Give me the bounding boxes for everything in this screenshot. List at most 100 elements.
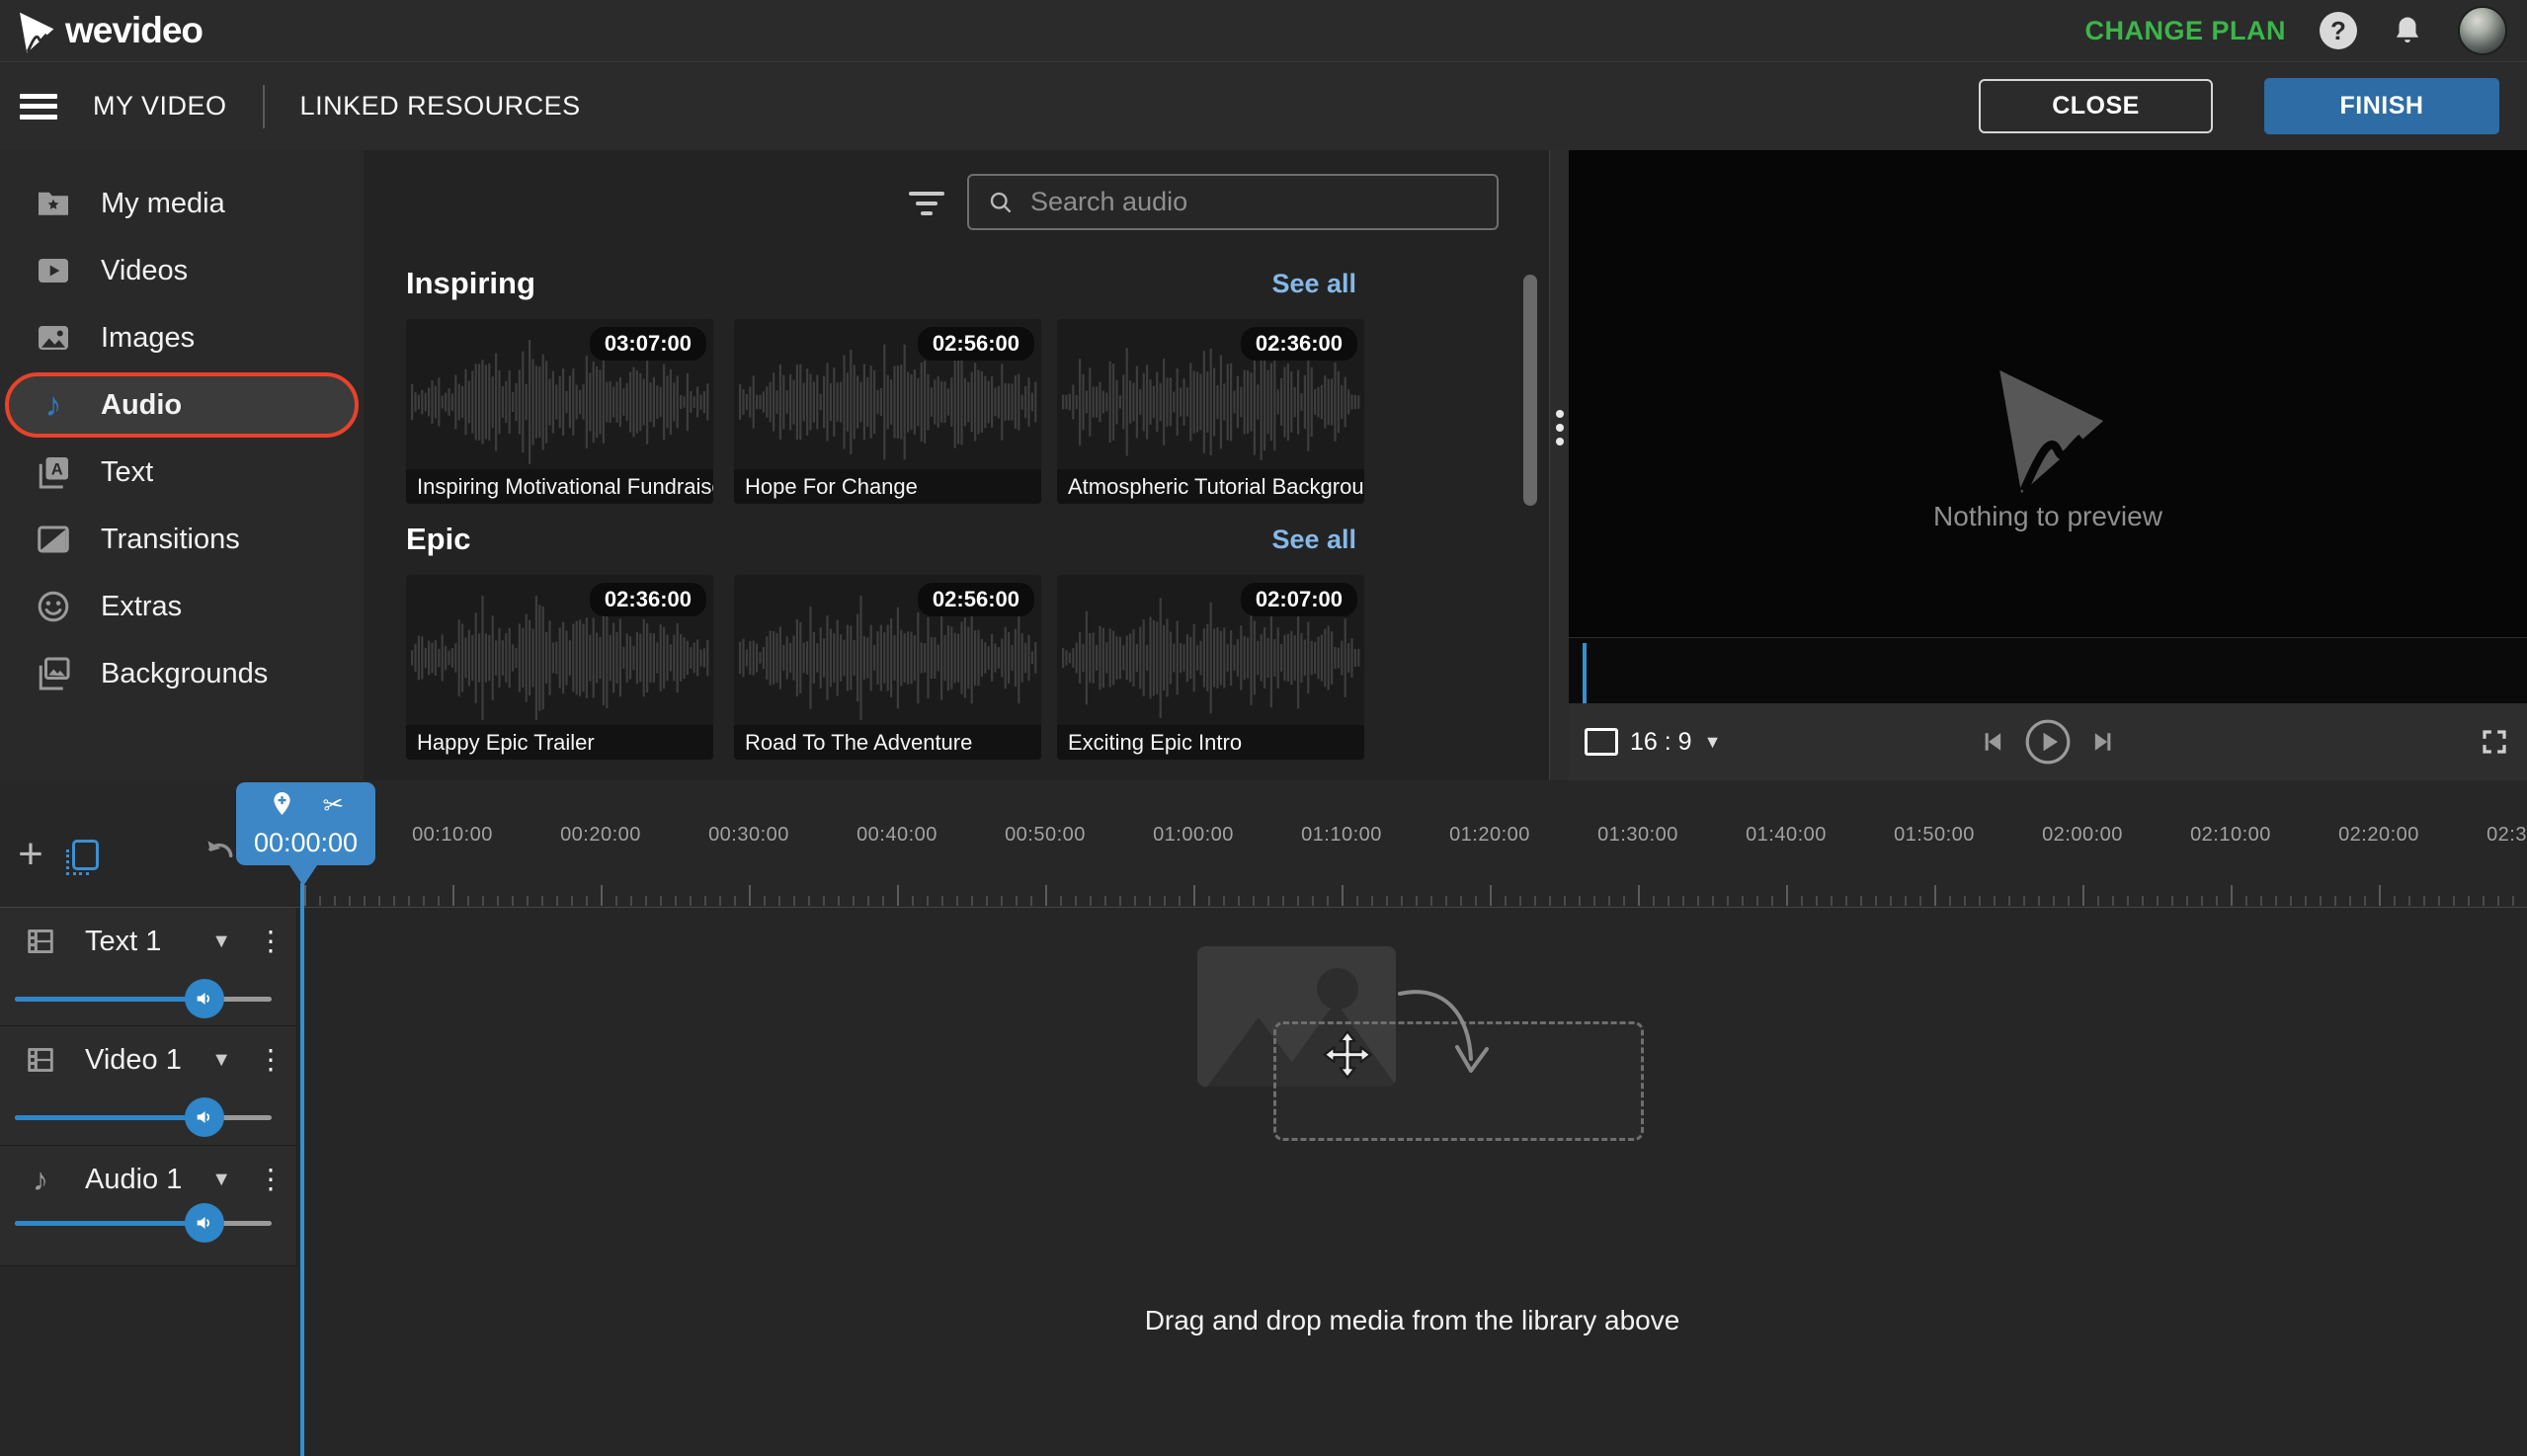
section-header: Inspiring See all — [406, 263, 1356, 304]
playhead-badge[interactable]: ✂ 00:00:00 — [236, 782, 375, 886]
film-strip-icon — [24, 1043, 57, 1077]
sidebar-item-label: Images — [101, 321, 196, 354]
track-header: Video 1 ▼ ⋮ — [0, 1040, 296, 1080]
move-cursor-icon — [1320, 1029, 1375, 1085]
track-header: Text 1 ▼ ⋮ — [0, 922, 296, 961]
timeline-lanes[interactable]: Drag and drop media from the library abo… — [297, 908, 2527, 1456]
audio-card[interactable]: 02:07:00 Exciting Epic Intro — [1057, 575, 1364, 760]
finish-button[interactable]: FINISH — [2264, 78, 2499, 134]
sidebar-item-images[interactable]: Images — [0, 304, 364, 371]
transport-controls — [1569, 703, 2527, 780]
menubar-right: CLOSE FINISH — [1979, 62, 2499, 150]
search-input[interactable] — [1028, 186, 1497, 218]
video-icon — [36, 253, 71, 288]
kebab-menu-icon[interactable]: ⋮ — [257, 1166, 285, 1193]
volume-slider[interactable] — [15, 1097, 272, 1137]
playhead-tail — [289, 865, 317, 886]
audio-card-title: Happy Epic Trailer — [406, 725, 713, 760]
audio-card[interactable]: 02:36:00 Atmospheric Tutorial Background — [1057, 319, 1364, 504]
volume-thumb[interactable] — [185, 1203, 224, 1243]
sidebar-item-extras[interactable]: Extras — [0, 573, 364, 640]
track-headers: Text 1 ▼ ⋮ Video 1 ▼ ⋮ ♪ Audio 1 ▼ ⋮ — [0, 908, 297, 1266]
audio-card[interactable]: 03:07:00 Inspiring Motivational Fundraise… — [406, 319, 713, 504]
preview-seek-bar[interactable] — [1569, 637, 2527, 704]
track-label: Text 1 — [85, 925, 162, 957]
sidebar-item-label: My media — [101, 187, 225, 219]
chevron-down-icon[interactable]: ▼ — [211, 930, 231, 953]
film-strip-icon — [24, 925, 57, 958]
tab-linked-resources[interactable]: LINKED RESOURCES — [300, 91, 581, 121]
media-sidebar: My media Videos Images ♪ Audio A Text Transitio… — [0, 150, 364, 780]
play-button[interactable] — [2024, 718, 2072, 766]
dropzone-hint-text: Drag and drop media from the library abo… — [1144, 1305, 1680, 1335]
text-icon: A — [36, 454, 71, 490]
volume-slider[interactable] — [15, 1203, 272, 1243]
duration-badge: 02:07:00 — [1240, 583, 1357, 616]
audio-card[interactable]: 02:36:00 Happy Epic Trailer — [406, 575, 713, 760]
hamburger-menu-icon[interactable] — [20, 93, 57, 120]
ruler-label: 01:10:00 — [1301, 824, 1382, 846]
skip-back-button[interactable] — [1979, 728, 2006, 756]
playhead-line[interactable] — [300, 883, 304, 1456]
audio-card[interactable]: 02:56:00 Road To The Adventure — [734, 575, 1041, 760]
ruler-label: 00:30:00 — [708, 824, 789, 846]
marker-pin-icon[interactable] — [269, 790, 295, 817]
volume-thumb[interactable] — [185, 979, 224, 1018]
duration-badge: 02:56:00 — [917, 327, 1034, 361]
wevideo-app: wevideo CHANGE PLAN ? MY VIDEO LINKED RE… — [0, 0, 2527, 1456]
sidebar-item-backgrounds[interactable]: Backgrounds — [0, 640, 364, 707]
duration-badge: 03:07:00 — [589, 327, 706, 361]
logo-text: wevideo — [65, 10, 204, 50]
fullscreen-icon[interactable] — [2480, 727, 2509, 757]
wevideo-logo[interactable]: wevideo — [0, 10, 204, 53]
audio-card-title: Road To The Adventure — [734, 725, 1041, 760]
see-all-link[interactable]: See all — [1271, 269, 1356, 299]
track-label: Audio 1 — [85, 1163, 183, 1195]
track-header: ♪ Audio 1 ▼ ⋮ — [0, 1160, 296, 1199]
audio-card[interactable]: 02:56:00 Hope For Change — [734, 319, 1041, 504]
chevron-down-icon[interactable]: ▼ — [211, 1169, 231, 1191]
chevron-down-icon[interactable]: ▼ — [211, 1049, 231, 1072]
image-icon — [36, 320, 71, 356]
sidebar-item-videos[interactable]: Videos — [0, 237, 364, 304]
kebab-menu-icon[interactable]: ⋮ — [257, 928, 285, 955]
volume-thumb[interactable] — [185, 1097, 224, 1137]
timeline-ruler[interactable]: 00:10:00 00:20:00 00:30:00 00:40:00 00:50:00… — [0, 780, 2527, 908]
music-note-icon: ♪ — [33, 1161, 48, 1197]
sidebar-item-audio[interactable]: ♪ Audio — [0, 371, 364, 439]
sidebar-item-text[interactable]: A Text — [0, 439, 364, 506]
search-icon — [987, 189, 1015, 216]
change-plan-link[interactable]: CHANGE PLAN — [2084, 16, 2286, 46]
section-title: Epic — [406, 522, 471, 556]
user-avatar[interactable] — [2458, 6, 2507, 55]
ruler-label: 02:30:00 — [2486, 824, 2527, 846]
help-button[interactable]: ? — [2320, 12, 2357, 49]
menu-divider — [262, 84, 265, 128]
audio-card-title: Atmospheric Tutorial Background — [1057, 469, 1364, 504]
preview-panel: Nothing to preview 16 : 9 ▼ — [1569, 150, 2527, 780]
volume-slider[interactable] — [15, 979, 272, 1018]
ruler-label: 00:20:00 — [560, 824, 641, 846]
audio-card-title: Inspiring Motivational Fundraise... — [406, 469, 713, 504]
topbar-actions: CHANGE PLAN ? — [2084, 6, 2527, 55]
sidebar-item-transitions[interactable]: Transitions — [0, 506, 364, 573]
scissors-icon[interactable]: ✂ — [321, 789, 346, 822]
close-button[interactable]: CLOSE — [1979, 79, 2213, 133]
kebab-menu-icon[interactable]: ⋮ — [257, 1046, 285, 1074]
content-area: My media Videos Images ♪ Audio A Text Transitio… — [0, 150, 2527, 780]
seek-playhead[interactable] — [1583, 643, 1587, 704]
sidebar-item-my-media[interactable]: My media — [0, 170, 364, 237]
skip-forward-button[interactable] — [2089, 728, 2117, 756]
sidebar-item-label: Extras — [101, 590, 183, 622]
tab-my-video[interactable]: MY VIDEO — [93, 91, 227, 121]
sidebar-item-label: Text — [101, 455, 154, 488]
ruler-label: 01:30:00 — [1597, 824, 1678, 846]
notifications-bell-icon[interactable] — [2391, 14, 2424, 47]
track-label: Video 1 — [85, 1043, 182, 1076]
filter-icon[interactable] — [909, 192, 948, 221]
panel-resize-handle[interactable] — [1549, 150, 1570, 780]
top-bar: wevideo CHANGE PLAN ? — [0, 0, 2527, 62]
library-scrollbar[interactable] — [1523, 275, 1537, 506]
audio-card-title: Exciting Epic Intro — [1057, 725, 1364, 760]
see-all-link[interactable]: See all — [1271, 525, 1356, 555]
